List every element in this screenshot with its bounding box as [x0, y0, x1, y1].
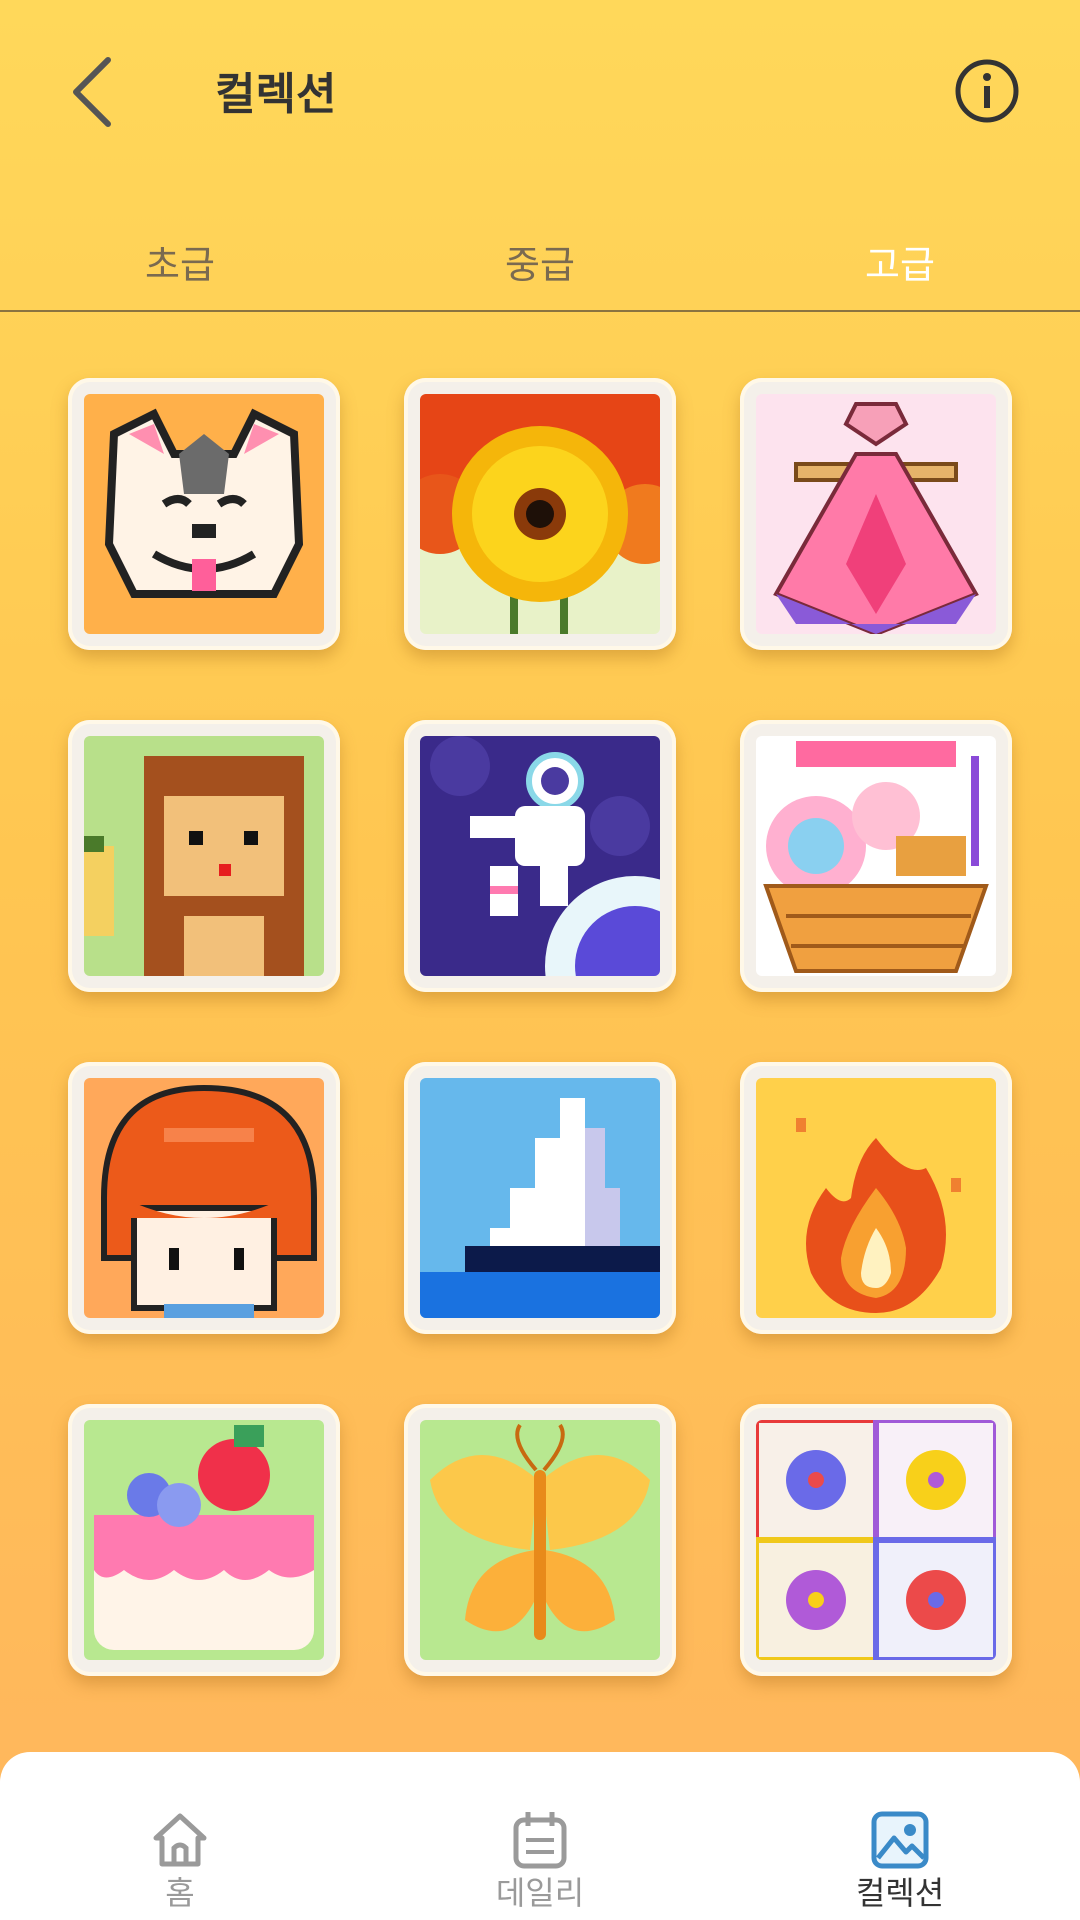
collection-grid — [68, 378, 1012, 1678]
dog-image — [84, 394, 324, 634]
artwork-thumbnail — [420, 394, 660, 634]
cake-image — [84, 1420, 324, 1660]
artwork-card-perfume-bottle[interactable] — [740, 378, 1012, 650]
iceberg-image — [420, 1078, 660, 1318]
info-button[interactable] — [954, 58, 1020, 124]
header: 컬렉션 — [0, 0, 1080, 180]
artwork-card-fire[interactable] — [740, 1062, 1012, 1334]
fire-image — [756, 1078, 996, 1318]
artwork-thumbnail — [84, 1078, 324, 1318]
chevron-left-icon — [73, 57, 111, 127]
flower-tiles-image — [756, 1420, 996, 1660]
monkey-image — [84, 736, 324, 976]
artwork-card-iceberg[interactable] — [404, 1062, 676, 1334]
nav-item-collection[interactable]: 컬렉션 — [800, 1752, 1000, 1920]
back-button[interactable] — [60, 48, 124, 136]
difficulty-tabs: 초급 중급 고급 — [0, 230, 1080, 312]
butterfly-image — [420, 1420, 660, 1660]
artwork-card-cake[interactable] — [68, 1404, 340, 1676]
boy-image — [84, 1078, 324, 1318]
artwork-card-boy[interactable] — [68, 1062, 340, 1334]
artwork-card-gift-basket[interactable] — [740, 720, 1012, 992]
artwork-card-flower-tiles[interactable] — [740, 1404, 1012, 1676]
artwork-thumbnail — [84, 394, 324, 634]
artwork-card-butterfly[interactable] — [404, 1404, 676, 1676]
artwork-thumbnail — [756, 394, 996, 634]
artwork-card-astronaut[interactable] — [404, 720, 676, 992]
tab-intermediate[interactable]: 중급 — [360, 230, 720, 310]
nav-label-daily: 데일리 — [495, 1874, 585, 1912]
sunflower-image — [420, 394, 660, 634]
tab-advanced[interactable]: 고급 — [720, 230, 1080, 310]
artwork-thumbnail — [420, 1078, 660, 1318]
astronaut-image — [420, 736, 660, 976]
artwork-card-monkey[interactable] — [68, 720, 340, 992]
nav-label-collection: 컬렉션 — [855, 1874, 945, 1912]
calendar-icon — [513, 1812, 567, 1869]
nav-item-home[interactable]: 홈 — [80, 1752, 280, 1920]
artwork-card-sunflower[interactable] — [404, 378, 676, 650]
bottom-nav: 홈 데일리 컬렉션 — [0, 1752, 1080, 1920]
artwork-card-dog[interactable] — [68, 378, 340, 650]
gift-basket-image — [756, 736, 996, 976]
artwork-thumbnail — [420, 1420, 660, 1660]
tab-beginner[interactable]: 초급 — [0, 230, 360, 310]
gallery-icon — [871, 1811, 929, 1869]
info-icon — [955, 59, 1019, 123]
nav-item-daily[interactable]: 데일리 — [440, 1752, 640, 1920]
artwork-thumbnail — [420, 736, 660, 976]
nav-label-home: 홈 — [165, 1874, 195, 1912]
artwork-thumbnail — [756, 736, 996, 976]
home-icon — [153, 1813, 207, 1867]
artwork-thumbnail — [84, 736, 324, 976]
page-title: 컬렉션 — [215, 69, 337, 120]
perfume-bottle-image — [756, 394, 996, 634]
artwork-thumbnail — [756, 1078, 996, 1318]
artwork-thumbnail — [756, 1420, 996, 1660]
artwork-thumbnail — [84, 1420, 324, 1660]
